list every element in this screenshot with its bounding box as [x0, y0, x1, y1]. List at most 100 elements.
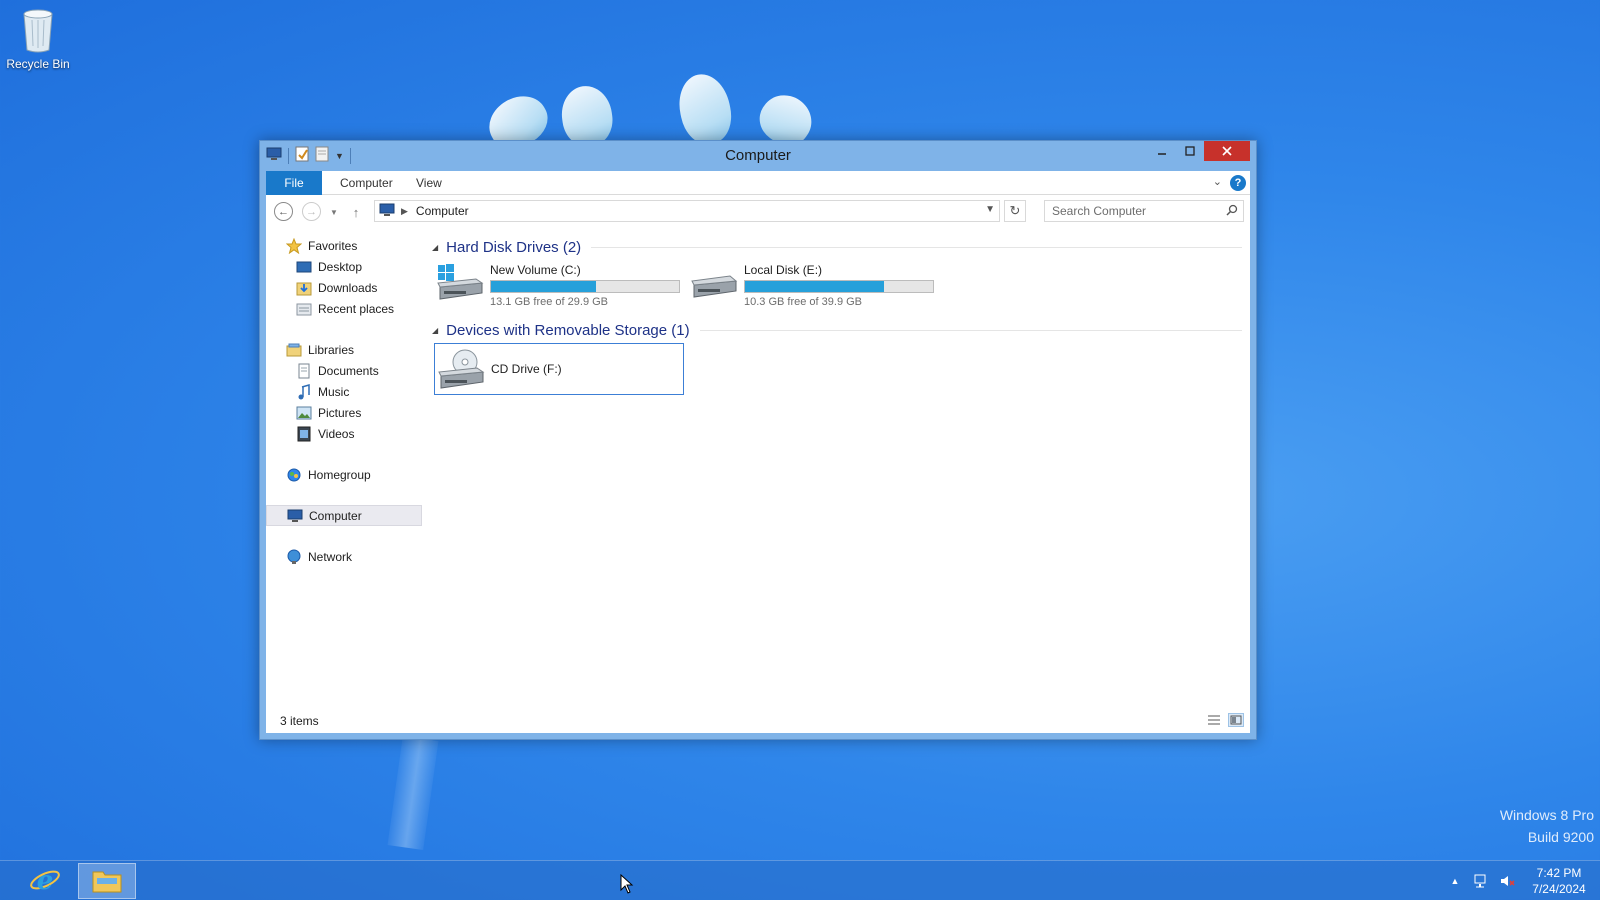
- recycle-bin-icon: [20, 6, 56, 54]
- search-box[interactable]: [1044, 200, 1244, 222]
- star-icon: [286, 237, 302, 254]
- libraries-icon: [286, 342, 302, 358]
- system-tray: ▲ 7:42 PM 7/24/2024: [1446, 861, 1600, 900]
- forward-button[interactable]: →: [302, 202, 321, 221]
- nav-libraries[interactable]: Libraries: [266, 339, 422, 360]
- window-title: Computer: [725, 147, 791, 164]
- hard-drive-icon: [690, 263, 740, 303]
- tab-file[interactable]: File: [266, 171, 322, 195]
- collapse-triangle-icon[interactable]: ◢: [432, 326, 438, 335]
- breadcrumb-separator-icon[interactable]: ▶: [401, 206, 408, 217]
- group-header-removable[interactable]: ◢ Devices with Removable Storage (1): [432, 320, 1242, 340]
- content-pane[interactable]: ◢ Hard Disk Drives (2) New Volume (C:) 1…: [426, 227, 1250, 709]
- details-view-icon[interactable]: [1206, 713, 1222, 727]
- address-dropdown-icon[interactable]: ▼: [985, 204, 995, 215]
- drive-usage-fill: [491, 281, 597, 292]
- homegroup-icon: [286, 467, 302, 483]
- window-controls: [1148, 141, 1250, 161]
- computer-icon: [379, 203, 395, 220]
- nav-label: Network: [308, 549, 353, 564]
- drive-usage-bar: [744, 280, 934, 293]
- close-button[interactable]: [1204, 141, 1250, 161]
- nav-network[interactable]: Network: [266, 546, 422, 567]
- maximize-button[interactable]: [1176, 141, 1204, 161]
- nav-label: Pictures: [318, 405, 362, 420]
- file-explorer-icon: [91, 866, 123, 897]
- watermark-build: Build 9200: [1527, 829, 1594, 845]
- drive-f[interactable]: CD Drive (F:): [434, 343, 684, 395]
- recent-locations-icon[interactable]: ▼: [324, 202, 344, 222]
- navigation-pane[interactable]: Favorites Desktop Downloads Recent place…: [266, 227, 422, 709]
- nav-recent-places[interactable]: Recent places: [266, 298, 422, 319]
- network-status-icon[interactable]: [1472, 872, 1490, 890]
- refresh-button[interactable]: ↻: [1004, 200, 1026, 222]
- drive-name: Local Disk (E:): [744, 263, 823, 277]
- group-title: Hard Disk Drives (2): [446, 238, 582, 256]
- status-bar: 3 items: [266, 709, 1250, 733]
- navigation-bar: ← → ▼ ↑ ▶ Computer ▼ ↻: [266, 195, 1250, 227]
- show-hidden-icons-icon[interactable]: ▲: [1446, 872, 1464, 890]
- ribbon-tabs: File Computer View ⌄ ?: [266, 171, 1250, 195]
- drive-usage-bar: [490, 280, 680, 293]
- nav-desktop[interactable]: Desktop: [266, 256, 422, 277]
- up-button[interactable]: ↑: [346, 202, 366, 222]
- taskbar-internet-explorer[interactable]: e: [16, 863, 74, 899]
- drive-c[interactable]: New Volume (C:) 13.1 GB free of 29.9 GB: [434, 259, 682, 308]
- nav-favorites[interactable]: Favorites: [266, 235, 422, 256]
- windows-watermark: Windows 8 Pro Build 9200: [1500, 804, 1594, 848]
- title-bar[interactable]: ▼ Computer: [260, 141, 1256, 171]
- taskbar-file-explorer[interactable]: [78, 863, 136, 899]
- item-count: 3 items: [280, 714, 319, 728]
- nav-videos[interactable]: Videos: [266, 423, 422, 444]
- downloads-icon: [296, 280, 312, 296]
- address-bar[interactable]: ▶ Computer ▼: [374, 200, 1000, 222]
- nav-pictures[interactable]: Pictures: [266, 402, 422, 423]
- group-divider: [699, 329, 1242, 331]
- nav-documents[interactable]: Documents: [266, 360, 422, 381]
- computer-icon: [287, 508, 303, 524]
- documents-icon: [296, 363, 312, 379]
- nav-computer[interactable]: Computer: [266, 505, 422, 526]
- nav-homegroup[interactable]: Homegroup: [266, 464, 422, 485]
- drive-free-space: 13.1 GB free of 29.9 GB: [490, 296, 609, 308]
- nav-music[interactable]: Music: [266, 381, 422, 402]
- recent-places-icon: [296, 301, 312, 317]
- tab-computer[interactable]: Computer: [326, 171, 407, 195]
- wallpaper-petal: [673, 69, 737, 149]
- drive-e[interactable]: Local Disk (E:) 10.3 GB free of 39.9 GB: [688, 259, 936, 308]
- search-icon[interactable]: [1226, 204, 1238, 219]
- nav-label: Videos: [318, 426, 355, 441]
- pictures-icon: [296, 405, 312, 421]
- expand-ribbon-icon[interactable]: ⌄: [1213, 175, 1222, 188]
- group-title: Devices with Removable Storage (1): [446, 321, 690, 339]
- windows-drive-icon: [436, 263, 486, 303]
- videos-icon: [296, 426, 312, 442]
- collapse-triangle-icon[interactable]: ◢: [432, 243, 438, 252]
- tab-view[interactable]: View: [402, 171, 456, 195]
- volume-muted-icon[interactable]: [1498, 872, 1516, 890]
- help-icon[interactable]: ?: [1230, 175, 1246, 191]
- nav-label: Computer: [309, 508, 362, 523]
- nav-label: Documents: [318, 363, 379, 378]
- drive-usage-fill: [745, 281, 885, 292]
- desktop-icon-recycle-bin[interactable]: Recycle Bin: [6, 6, 70, 71]
- drive-free-space: 10.3 GB free of 39.9 GB: [744, 296, 863, 308]
- nav-label: Favorites: [308, 238, 358, 253]
- cd-drive-icon: [437, 348, 487, 389]
- search-input[interactable]: [1045, 201, 1215, 221]
- back-button[interactable]: ←: [274, 202, 293, 221]
- minimize-button[interactable]: [1148, 141, 1176, 161]
- nav-label: Music: [318, 384, 350, 399]
- watermark-edition: Windows 8 Pro: [1499, 807, 1594, 823]
- network-icon: [286, 549, 302, 565]
- desktop-icon-label: Recycle Bin: [6, 57, 70, 71]
- group-header-hard-disks[interactable]: ◢ Hard Disk Drives (2): [432, 237, 1242, 257]
- explorer-window[interactable]: ▼ Computer File Computer View ⌄ ? ← → ▼ …: [259, 140, 1257, 740]
- breadcrumb-computer[interactable]: Computer: [416, 204, 469, 218]
- taskbar-clock[interactable]: 7:42 PM 7/24/2024: [1524, 865, 1594, 897]
- tiles-view-icon[interactable]: [1228, 713, 1244, 727]
- nav-downloads[interactable]: Downloads: [266, 277, 422, 298]
